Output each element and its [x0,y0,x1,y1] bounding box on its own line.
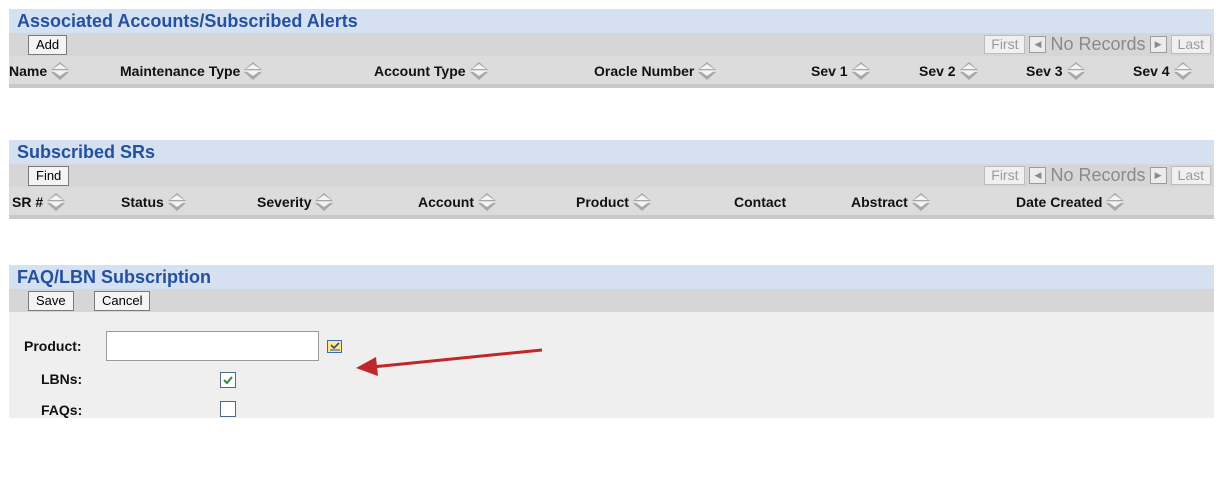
column-label: Sev 2 [919,63,956,79]
faq-section-title: FAQ/LBN Subscription [9,265,1214,289]
column-label: Date Created [1016,194,1103,210]
column-header-name[interactable]: Name [9,61,70,81]
column-label: Sev 1 [811,63,848,79]
column-label: Oracle Number [594,63,695,79]
sort-arrows-icon[interactable] [314,192,334,212]
column-header-account-type[interactable]: Account Type [374,61,489,81]
product-input[interactable] [106,331,319,361]
column-label: Contact [734,194,787,210]
pager-status: No Records [1050,165,1146,185]
accounts-toolbar: Add First ◀ No Records ▶ Last [9,33,1214,56]
triangle-left-icon[interactable]: ◀ [1029,36,1047,53]
column-label: Status [121,194,164,210]
sort-arrows-icon[interactable] [243,61,263,81]
sort-arrows-icon[interactable] [1105,192,1125,212]
pager-first-button[interactable]: First [984,166,1026,185]
faqs-checkbox[interactable] [220,401,236,417]
pager-status: No Records [1050,34,1146,54]
column-label: Name [9,63,48,79]
accounts-section-title: Associated Accounts/Subscribed Alerts [9,9,1214,33]
column-header-oracle-number[interactable]: Oracle Number [594,61,717,81]
pager-first-button[interactable]: First [984,35,1026,54]
list-picker-icon[interactable] [327,340,342,353]
triangle-right-icon[interactable]: ▶ [1149,167,1167,184]
sort-arrows-icon[interactable] [632,192,652,212]
sort-arrows-icon[interactable] [911,192,931,212]
lbns-label: LBNs: [41,371,83,387]
sort-arrows-icon[interactable] [851,61,871,81]
sort-arrows-icon[interactable] [1066,61,1086,81]
column-header-status[interactable]: Status [121,192,187,212]
accounts-section: Associated Accounts/Subscribed Alerts Ad… [9,9,1214,88]
column-header-contact: Contact [734,192,786,212]
sort-arrows-icon[interactable] [469,61,489,81]
column-header-product[interactable]: Product [576,192,652,212]
triangle-left-icon[interactable]: ◀ [1029,167,1047,184]
product-label: Product: [24,338,82,354]
column-label: Sev 4 [1133,63,1170,79]
accounts-pager: First ◀ No Records ▶ Last [984,34,1211,55]
faq-toolbar: Save Cancel [9,289,1214,312]
column-header-account[interactable]: Account [418,192,497,212]
faq-section: FAQ/LBN Subscription Save Cancel Product… [9,265,1214,418]
column-label: Account Type [374,63,466,79]
column-header-severity[interactable]: Severity [257,192,334,212]
pager-last-button[interactable]: Last [1170,35,1211,54]
column-header-sev-2[interactable]: Sev 2 [919,61,979,81]
column-label: Abstract [851,194,908,210]
accounts-header-row: Name Maintenance Type Account Type Oracl… [9,56,1214,88]
sort-arrows-icon[interactable] [167,192,187,212]
srs-section: Subscribed SRs Find First ◀ No Records ▶… [9,140,1214,219]
cancel-button[interactable]: Cancel [94,291,151,311]
srs-toolbar: Find First ◀ No Records ▶ Last [9,164,1214,187]
column-label: Account [418,194,474,210]
column-label: Severity [257,194,312,210]
srs-section-title: Subscribed SRs [9,140,1214,164]
column-header-abstract[interactable]: Abstract [851,192,931,212]
column-label: Sev 3 [1026,63,1063,79]
sort-arrows-icon[interactable] [959,61,979,81]
annotation-arrow-icon [356,348,543,376]
pager-last-button[interactable]: Last [1170,166,1211,185]
column-header-sev-3[interactable]: Sev 3 [1026,61,1086,81]
column-label: Product [576,194,629,210]
find-button[interactable]: Find [28,166,70,186]
sort-arrows-icon[interactable] [477,192,497,212]
triangle-right-icon[interactable]: ▶ [1149,36,1167,53]
column-header-maintenance-type[interactable]: Maintenance Type [120,61,263,81]
sort-arrows-icon[interactable] [697,61,717,81]
column-header-sr-number[interactable]: SR # [12,192,66,212]
faq-form: Product: LBNs: FAQs: [9,312,1214,418]
column-label: Maintenance Type [120,63,241,79]
srs-header-row: SR # Status Severity Account Product Con… [9,187,1214,219]
save-button[interactable]: Save [28,291,74,311]
lbns-checkbox[interactable] [220,372,236,388]
srs-pager: First ◀ No Records ▶ Last [984,165,1211,186]
column-header-sev-1[interactable]: Sev 1 [811,61,871,81]
sort-arrows-icon[interactable] [1173,61,1193,81]
add-button[interactable]: Add [28,35,68,55]
column-label: SR # [12,194,44,210]
column-header-date-created[interactable]: Date Created [1016,192,1125,212]
sort-arrows-icon[interactable] [46,192,66,212]
sort-arrows-icon[interactable] [50,61,70,81]
faqs-label: FAQs: [41,402,83,418]
column-header-sev-4[interactable]: Sev 4 [1133,61,1193,81]
